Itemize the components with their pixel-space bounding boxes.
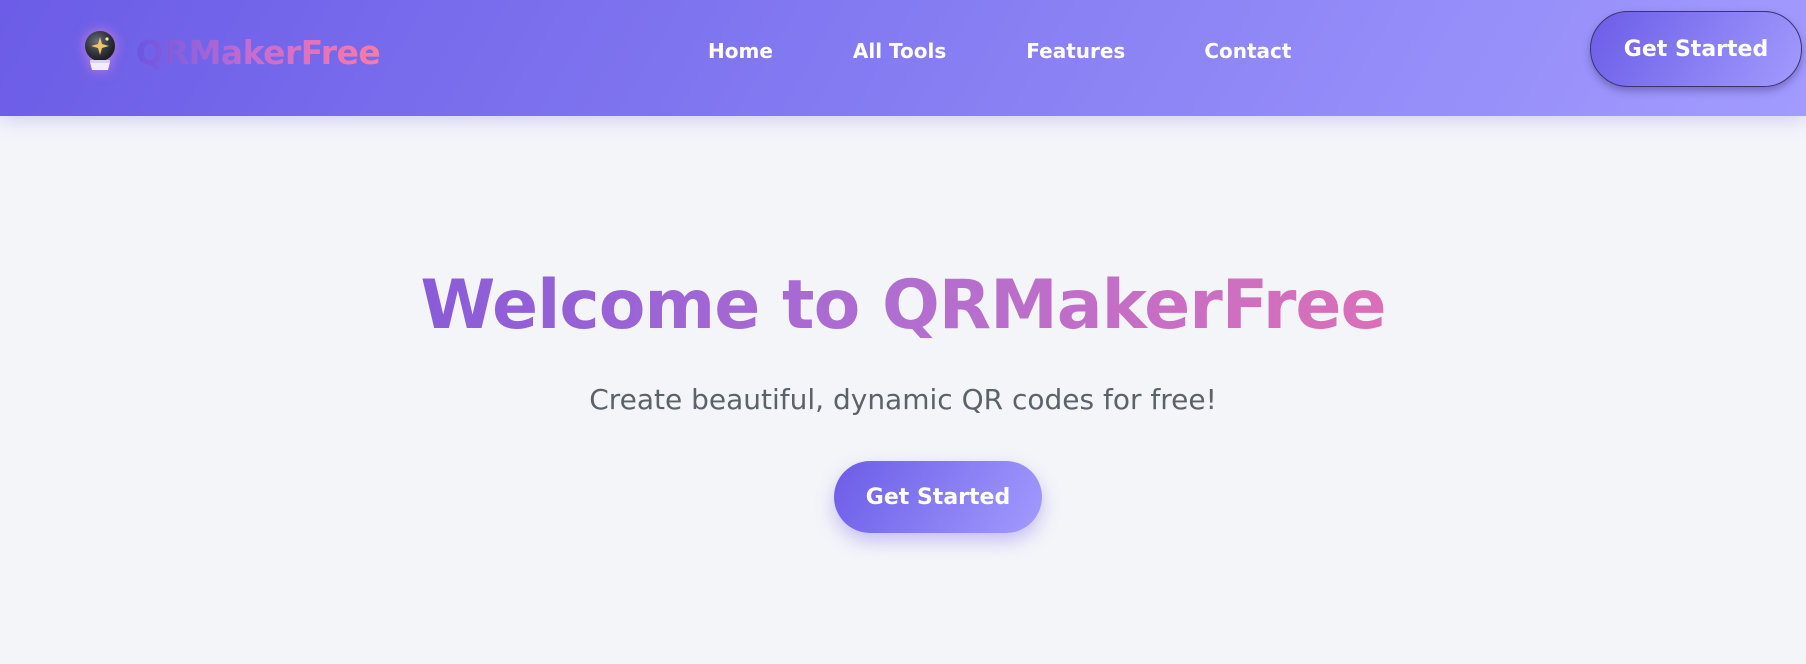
- hero-get-started-button[interactable]: Get Started: [834, 461, 1042, 533]
- nav-link-home[interactable]: Home: [708, 36, 773, 66]
- main-nav: Home All Tools Features Contact: [708, 36, 1291, 66]
- hero-section: Welcome to QRMakerFree Create beautiful,…: [0, 116, 1806, 664]
- hero-title: Welcome to QRMakerFree: [0, 266, 1806, 346]
- nav-link-features[interactable]: Features: [1026, 36, 1125, 66]
- crystal-ball-icon: [85, 31, 115, 70]
- brand-logo-link[interactable]: QRMakerFree: [78, 24, 381, 80]
- top-navbar: QRMakerFree Home All Tools Features Cont…: [0, 0, 1806, 116]
- hero-title-text: Welcome to QRMakerFree: [420, 266, 1386, 345]
- header-get-started-button[interactable]: Get Started: [1590, 11, 1802, 87]
- hero-subtitle: Create beautiful, dynamic QR codes for f…: [589, 383, 1217, 416]
- nav-link-contact[interactable]: Contact: [1204, 36, 1291, 66]
- brand-name: QRMakerFree: [136, 32, 381, 72]
- nav-link-all-tools[interactable]: All Tools: [853, 36, 946, 66]
